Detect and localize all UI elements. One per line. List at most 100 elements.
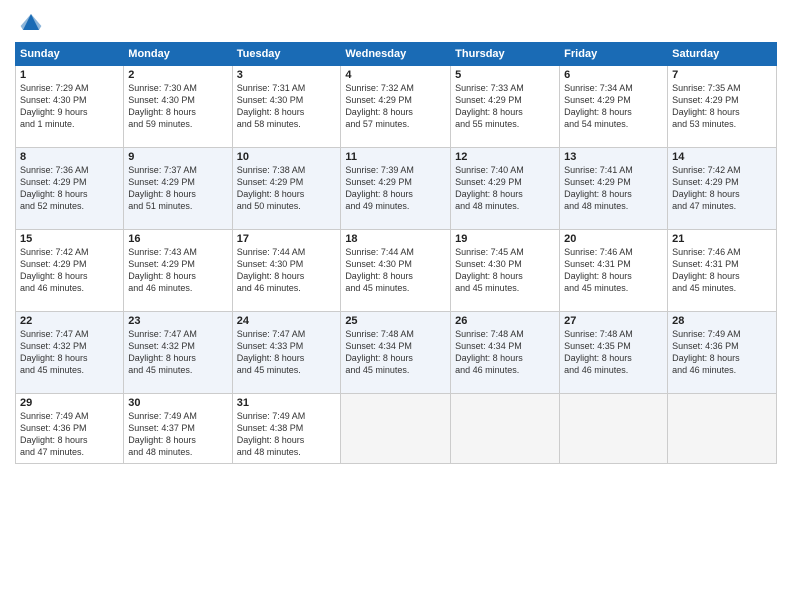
day-info: Sunrise: 7:42 AMSunset: 4:29 PMDaylight:… (20, 246, 119, 295)
calendar-cell: 22Sunrise: 7:47 AMSunset: 4:32 PMDayligh… (16, 312, 124, 394)
calendar-cell (451, 394, 560, 464)
day-number: 23 (128, 315, 227, 327)
day-info: Sunrise: 7:40 AMSunset: 4:29 PMDaylight:… (455, 164, 555, 213)
calendar-cell: 16Sunrise: 7:43 AMSunset: 4:29 PMDayligh… (124, 230, 232, 312)
day-number: 22 (20, 315, 119, 327)
day-info: Sunrise: 7:30 AMSunset: 4:30 PMDaylight:… (128, 82, 227, 131)
header-cell-saturday: Saturday (668, 43, 777, 66)
header-row: SundayMondayTuesdayWednesdayThursdayFrid… (16, 43, 777, 66)
calendar-cell: 10Sunrise: 7:38 AMSunset: 4:29 PMDayligh… (232, 148, 341, 230)
day-info: Sunrise: 7:44 AMSunset: 4:30 PMDaylight:… (345, 246, 446, 295)
calendar-cell (341, 394, 451, 464)
day-number: 28 (672, 315, 772, 327)
calendar-cell: 23Sunrise: 7:47 AMSunset: 4:32 PMDayligh… (124, 312, 232, 394)
header-cell-wednesday: Wednesday (341, 43, 451, 66)
day-number: 24 (237, 315, 337, 327)
day-number: 2 (128, 69, 227, 81)
day-number: 14 (672, 151, 772, 163)
day-info: Sunrise: 7:29 AMSunset: 4:30 PMDaylight:… (20, 82, 119, 131)
calendar-cell: 28Sunrise: 7:49 AMSunset: 4:36 PMDayligh… (668, 312, 777, 394)
calendar-cell: 17Sunrise: 7:44 AMSunset: 4:30 PMDayligh… (232, 230, 341, 312)
day-info: Sunrise: 7:49 AMSunset: 4:36 PMDaylight:… (20, 410, 119, 459)
day-number: 9 (128, 151, 227, 163)
calendar-cell: 25Sunrise: 7:48 AMSunset: 4:34 PMDayligh… (341, 312, 451, 394)
header (15, 10, 777, 34)
day-number: 27 (564, 315, 663, 327)
day-number: 16 (128, 233, 227, 245)
day-info: Sunrise: 7:46 AMSunset: 4:31 PMDaylight:… (564, 246, 663, 295)
day-info: Sunrise: 7:46 AMSunset: 4:31 PMDaylight:… (672, 246, 772, 295)
day-info: Sunrise: 7:43 AMSunset: 4:29 PMDaylight:… (128, 246, 227, 295)
day-number: 29 (20, 397, 119, 409)
calendar-cell: 4Sunrise: 7:32 AMSunset: 4:29 PMDaylight… (341, 66, 451, 148)
day-info: Sunrise: 7:32 AMSunset: 4:29 PMDaylight:… (345, 82, 446, 131)
header-cell-friday: Friday (560, 43, 668, 66)
day-number: 20 (564, 233, 663, 245)
day-info: Sunrise: 7:35 AMSunset: 4:29 PMDaylight:… (672, 82, 772, 131)
day-number: 30 (128, 397, 227, 409)
day-number: 5 (455, 69, 555, 81)
day-info: Sunrise: 7:42 AMSunset: 4:29 PMDaylight:… (672, 164, 772, 213)
page: SundayMondayTuesdayWednesdayThursdayFrid… (0, 0, 792, 612)
week-row-3: 15Sunrise: 7:42 AMSunset: 4:29 PMDayligh… (16, 230, 777, 312)
day-number: 18 (345, 233, 446, 245)
day-info: Sunrise: 7:33 AMSunset: 4:29 PMDaylight:… (455, 82, 555, 131)
calendar-cell: 13Sunrise: 7:41 AMSunset: 4:29 PMDayligh… (560, 148, 668, 230)
calendar-cell: 15Sunrise: 7:42 AMSunset: 4:29 PMDayligh… (16, 230, 124, 312)
day-info: Sunrise: 7:44 AMSunset: 4:30 PMDaylight:… (237, 246, 337, 295)
day-info: Sunrise: 7:49 AMSunset: 4:37 PMDaylight:… (128, 410, 227, 459)
day-number: 10 (237, 151, 337, 163)
day-number: 1 (20, 69, 119, 81)
day-number: 12 (455, 151, 555, 163)
day-number: 6 (564, 69, 663, 81)
calendar-cell: 20Sunrise: 7:46 AMSunset: 4:31 PMDayligh… (560, 230, 668, 312)
logo-icon (19, 10, 43, 34)
day-number: 4 (345, 69, 446, 81)
header-cell-monday: Monday (124, 43, 232, 66)
day-info: Sunrise: 7:48 AMSunset: 4:35 PMDaylight:… (564, 328, 663, 377)
week-row-5: 29Sunrise: 7:49 AMSunset: 4:36 PMDayligh… (16, 394, 777, 464)
day-info: Sunrise: 7:45 AMSunset: 4:30 PMDaylight:… (455, 246, 555, 295)
day-info: Sunrise: 7:48 AMSunset: 4:34 PMDaylight:… (345, 328, 446, 377)
day-number: 19 (455, 233, 555, 245)
day-info: Sunrise: 7:38 AMSunset: 4:29 PMDaylight:… (237, 164, 337, 213)
day-info: Sunrise: 7:37 AMSunset: 4:29 PMDaylight:… (128, 164, 227, 213)
calendar-cell: 5Sunrise: 7:33 AMSunset: 4:29 PMDaylight… (451, 66, 560, 148)
day-info: Sunrise: 7:34 AMSunset: 4:29 PMDaylight:… (564, 82, 663, 131)
week-row-2: 8Sunrise: 7:36 AMSunset: 4:29 PMDaylight… (16, 148, 777, 230)
calendar-cell: 2Sunrise: 7:30 AMSunset: 4:30 PMDaylight… (124, 66, 232, 148)
header-cell-sunday: Sunday (16, 43, 124, 66)
day-number: 21 (672, 233, 772, 245)
calendar-cell: 30Sunrise: 7:49 AMSunset: 4:37 PMDayligh… (124, 394, 232, 464)
calendar-cell: 24Sunrise: 7:47 AMSunset: 4:33 PMDayligh… (232, 312, 341, 394)
day-number: 8 (20, 151, 119, 163)
calendar-cell: 31Sunrise: 7:49 AMSunset: 4:38 PMDayligh… (232, 394, 341, 464)
calendar-cell: 27Sunrise: 7:48 AMSunset: 4:35 PMDayligh… (560, 312, 668, 394)
header-cell-thursday: Thursday (451, 43, 560, 66)
calendar-cell: 8Sunrise: 7:36 AMSunset: 4:29 PMDaylight… (16, 148, 124, 230)
day-info: Sunrise: 7:39 AMSunset: 4:29 PMDaylight:… (345, 164, 446, 213)
calendar-cell: 19Sunrise: 7:45 AMSunset: 4:30 PMDayligh… (451, 230, 560, 312)
day-number: 31 (237, 397, 337, 409)
day-number: 11 (345, 151, 446, 163)
day-number: 7 (672, 69, 772, 81)
calendar-cell: 14Sunrise: 7:42 AMSunset: 4:29 PMDayligh… (668, 148, 777, 230)
day-number: 3 (237, 69, 337, 81)
day-number: 15 (20, 233, 119, 245)
calendar-cell: 6Sunrise: 7:34 AMSunset: 4:29 PMDaylight… (560, 66, 668, 148)
calendar-cell: 11Sunrise: 7:39 AMSunset: 4:29 PMDayligh… (341, 148, 451, 230)
calendar-cell: 18Sunrise: 7:44 AMSunset: 4:30 PMDayligh… (341, 230, 451, 312)
calendar-cell: 26Sunrise: 7:48 AMSunset: 4:34 PMDayligh… (451, 312, 560, 394)
day-info: Sunrise: 7:47 AMSunset: 4:33 PMDaylight:… (237, 328, 337, 377)
day-number: 17 (237, 233, 337, 245)
week-row-4: 22Sunrise: 7:47 AMSunset: 4:32 PMDayligh… (16, 312, 777, 394)
calendar-cell: 29Sunrise: 7:49 AMSunset: 4:36 PMDayligh… (16, 394, 124, 464)
day-info: Sunrise: 7:47 AMSunset: 4:32 PMDaylight:… (20, 328, 119, 377)
day-number: 25 (345, 315, 446, 327)
day-info: Sunrise: 7:49 AMSunset: 4:38 PMDaylight:… (237, 410, 337, 459)
calendar-cell: 3Sunrise: 7:31 AMSunset: 4:30 PMDaylight… (232, 66, 341, 148)
header-cell-tuesday: Tuesday (232, 43, 341, 66)
calendar-cell: 9Sunrise: 7:37 AMSunset: 4:29 PMDaylight… (124, 148, 232, 230)
calendar-cell: 1Sunrise: 7:29 AMSunset: 4:30 PMDaylight… (16, 66, 124, 148)
calendar-cell (560, 394, 668, 464)
